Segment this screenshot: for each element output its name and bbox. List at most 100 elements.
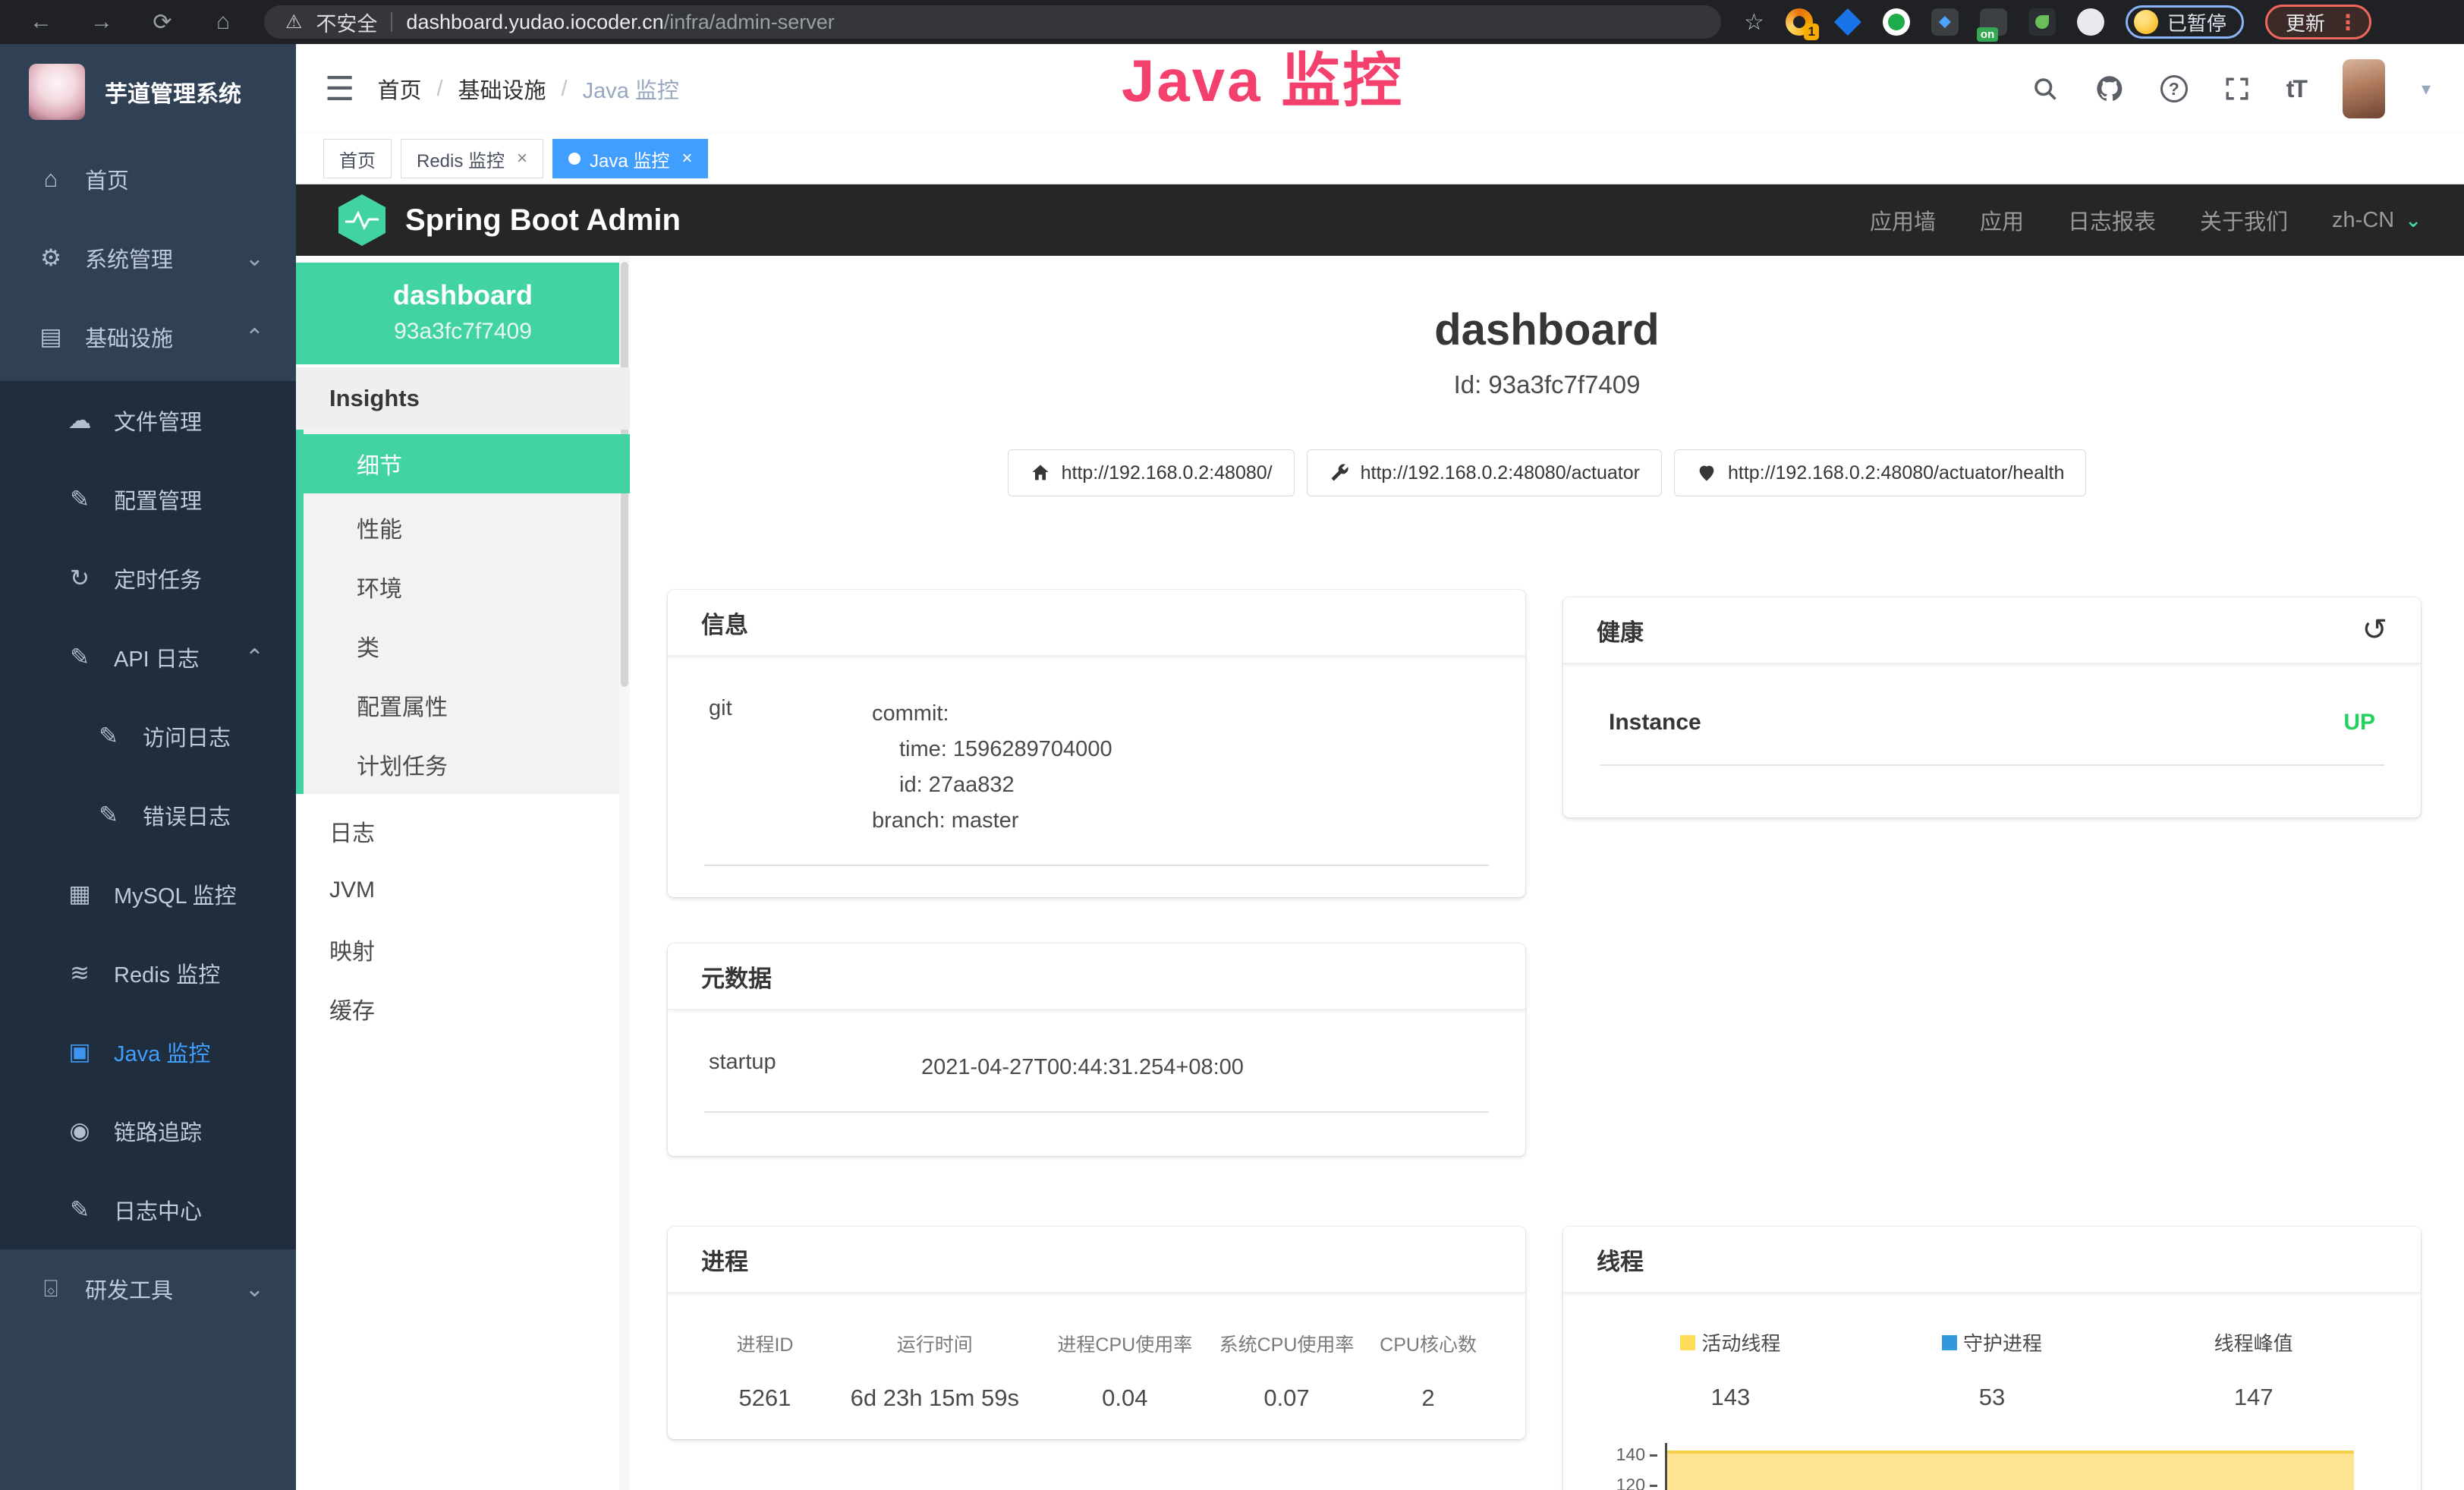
sba-brand-title[interactable]: Spring Boot Admin — [405, 203, 681, 238]
search-icon[interactable] — [2031, 75, 2059, 102]
security-label[interactable]: 不安全 — [316, 8, 377, 37]
breadcrumb-current: Java 监控 — [583, 73, 679, 105]
sba-locale-selector[interactable]: zh-CN ⌄ — [2332, 208, 2422, 233]
sba-menu-jvm[interactable]: JVM — [296, 861, 630, 920]
sba-menu-logging[interactable]: 日志 — [296, 802, 630, 861]
browser-update-button[interactable]: 更新 ⋮ — [2265, 5, 2371, 39]
extension-icon-leaf[interactable] — [2028, 8, 2056, 36]
sba-menu-metrics[interactable]: 性能 — [296, 498, 630, 557]
app-logo-row[interactable]: 芋道管理系统 — [0, 44, 296, 135]
sidebar-item-config-management[interactable]: ✎ 配置管理 — [0, 460, 296, 539]
metadata-key-startup: startup — [709, 1050, 921, 1085]
extension-on-badge: on — [1977, 27, 1998, 42]
browser-menu-kebab-icon[interactable]: ⋮ — [2337, 10, 2359, 35]
sidebar-item-api-logs[interactable]: ✎ API 日志 ⌃ — [0, 618, 296, 697]
sba-nav-journal[interactable]: 日志报表 — [2068, 204, 2156, 236]
tab-redis-monitor[interactable]: Redis 监控 × — [401, 139, 543, 178]
sba-insights-section: Insights 细节 性能 环境 类 配置属性 计划任务 — [296, 367, 630, 794]
close-icon[interactable]: × — [681, 148, 692, 169]
sba-menu-details[interactable]: 细节 — [296, 434, 630, 493]
extension-icon-blue-pin[interactable] — [1834, 8, 1861, 36]
back-icon[interactable]: ← — [27, 9, 55, 36]
font-size-icon[interactable]: tT — [2286, 75, 2306, 103]
sidebar-item-system-management[interactable]: ⚙ 系统管理 ⌄ — [0, 219, 296, 298]
url-path[interactable]: /infra/admin-server — [664, 11, 835, 33]
tab-java-monitor[interactable]: Java 监控 × — [552, 139, 708, 178]
extension-icon-green-circle[interactable] — [1883, 8, 1910, 36]
sidebar-item-infrastructure[interactable]: ▤ 基础设施 ⌃ — [0, 298, 296, 376]
user-avatar[interactable] — [2343, 59, 2385, 118]
page-title: dashboard — [630, 304, 2464, 355]
process-table: 进程ID 5261 运行时间 6d 23h 15m 59s 进程CPU使用率 0… — [704, 1330, 1489, 1412]
breadcrumb-infrastructure[interactable]: 基础设施 — [458, 73, 546, 105]
sidebar-item-dev-tools[interactable]: ⌺ 研发工具 ⌄ — [0, 1249, 296, 1328]
sba-lower-menu: 日志 JVM 映射 缓存 — [296, 802, 630, 1038]
process-card-body: 进程ID 5261 运行时间 6d 23h 15m 59s 进程CPU使用率 0… — [668, 1293, 1525, 1439]
sba-nav-applications[interactable]: 应用 — [1980, 204, 2024, 236]
log-pencil-icon: ✎ — [94, 802, 123, 829]
extension-icon-orange[interactable]: 1 — [1786, 8, 1813, 36]
actuator-url-button[interactable]: http://192.168.0.2:48080/actuator — [1307, 449, 1662, 496]
sidebar-item-label: API 日志 — [114, 641, 200, 673]
sba-menu-mappings[interactable]: 映射 — [296, 920, 630, 979]
url-host[interactable]: dashboard.yudao.iocoder.cn — [406, 11, 663, 33]
sidebar-item-home[interactable]: ⌂ 首页 — [0, 140, 296, 219]
sidebar-item-label: Java 监控 — [114, 1036, 210, 1068]
process-value-system-cpu: 0.07 — [1206, 1384, 1367, 1412]
fullscreen-icon[interactable] — [2224, 76, 2250, 102]
history-icon[interactable]: ↺ — [2362, 615, 2387, 645]
process-value-pid: 5261 — [704, 1384, 826, 1412]
sba-menu-caches[interactable]: 缓存 — [296, 979, 630, 1038]
github-icon[interactable] — [2095, 74, 2124, 103]
reload-icon[interactable]: ⟳ — [149, 9, 176, 36]
sba-menu-scheduled-tasks[interactable]: 计划任务 — [296, 735, 630, 794]
help-icon[interactable]: ? — [2160, 75, 2188, 102]
sidebar-item-redis-monitor[interactable]: ≋ Redis 监控 — [0, 934, 296, 1013]
bookmark-star-icon[interactable]: ☆ — [1744, 9, 1764, 36]
process-card-title: 进程 — [701, 1243, 748, 1277]
edit-icon: ✎ — [65, 486, 94, 513]
sidebar-item-scheduled-jobs[interactable]: ↻ 定时任务 — [0, 539, 296, 618]
forward-icon[interactable]: → — [88, 9, 115, 36]
sidebar-item-file-management[interactable]: ☁ 文件管理 — [0, 381, 296, 460]
sidebar-item-log-center[interactable]: ✎ 日志中心 — [0, 1170, 296, 1249]
health-card-body: Instance UP — [1563, 664, 2421, 801]
sidebar-item-mysql-monitor[interactable]: ▦ MySQL 监控 — [0, 855, 296, 934]
health-url-button[interactable]: http://192.168.0.2:48080/actuator/health — [1674, 449, 2086, 496]
git-branch-line: branch: master — [872, 803, 1484, 839]
threads-peak-label: 线程峰值 — [2214, 1328, 2293, 1356]
hamburger-icon[interactable]: ☰ — [296, 70, 377, 109]
sba-nav-wallboard[interactable]: 应用墙 — [1870, 204, 1936, 236]
service-url-button[interactable]: http://192.168.0.2:48080/ — [1008, 449, 1295, 496]
sidebar-item-access-logs[interactable]: ✎ 访问日志 — [0, 697, 296, 776]
breadcrumb-home[interactable]: 首页 — [377, 73, 421, 105]
chevron-down-icon: ⌄ — [2405, 209, 2422, 232]
sidebar-item-java-monitor[interactable]: ▣ Java 监控 — [0, 1013, 296, 1092]
extension-icon-on-switch[interactable]: on — [1980, 8, 2007, 36]
app-title: 芋道管理系统 — [105, 75, 241, 109]
close-icon[interactable]: × — [517, 148, 527, 169]
sidebar-item-tracing[interactable]: ◉ 链路追踪 — [0, 1092, 296, 1170]
sidebar-item-label: MySQL 监控 — [114, 878, 237, 910]
sidebar-item-label: 基础设施 — [85, 321, 173, 353]
home-icon[interactable]: ⌂ — [209, 9, 237, 36]
threads-stat-live: 活动线程 143 — [1600, 1328, 1861, 1411]
health-instance-row: Instance UP — [1600, 698, 2384, 766]
tab-home[interactable]: 首页 — [323, 139, 392, 178]
avatar-caret-icon[interactable]: ▾ — [2422, 78, 2431, 100]
sba-menu-config-props[interactable]: 配置属性 — [296, 676, 630, 735]
extension-icon-grid[interactable] — [1931, 8, 1959, 36]
address-bar[interactable]: ⚠ 不安全 dashboard.yudao.iocoder.cn/infra/a… — [264, 5, 1721, 39]
profile-paused-chip[interactable]: 已暂停 — [2126, 5, 2244, 39]
health-card-title: 健康 — [1597, 613, 1644, 647]
sba-menu-classes[interactable]: 类 — [296, 616, 630, 676]
sba-logo-icon[interactable] — [338, 194, 385, 246]
legend-swatch-daemon — [1942, 1335, 1957, 1350]
actuator-url-label: http://192.168.0.2:48080/actuator — [1361, 462, 1640, 484]
threads-stat-daemon: 守护进程 53 — [1861, 1328, 2123, 1411]
sba-nav-about[interactable]: 关于我们 — [2200, 204, 2288, 236]
sidebar-item-error-logs[interactable]: ✎ 错误日志 — [0, 776, 296, 855]
sba-sidebar: dashboard 93a3fc7f7409 Insights 细节 性能 环境… — [296, 256, 630, 1490]
extensions-puzzle-icon[interactable] — [2077, 8, 2104, 36]
sba-menu-environment[interactable]: 环境 — [296, 557, 630, 616]
